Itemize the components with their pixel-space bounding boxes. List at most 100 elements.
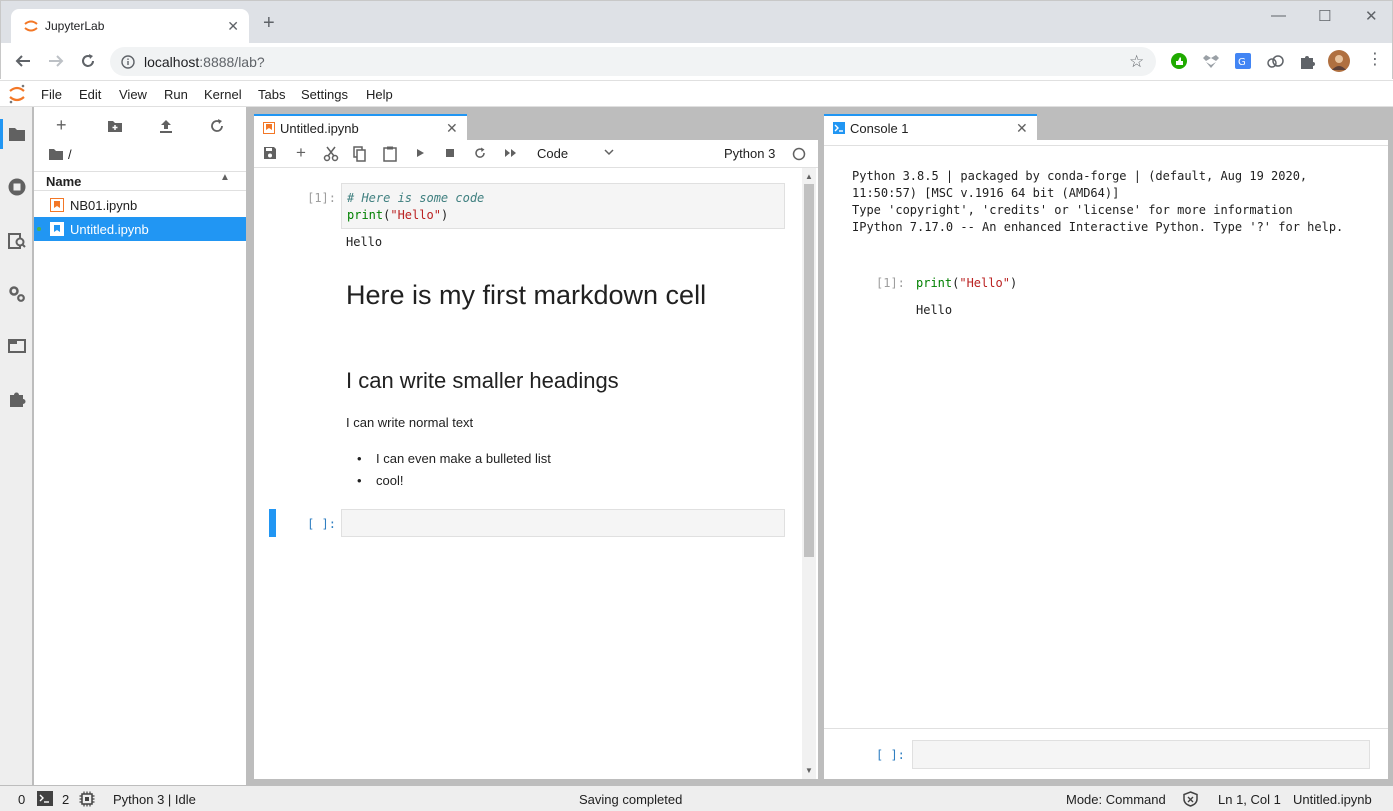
address-bar[interactable]: localhost:8888/lab? ☆	[110, 47, 1156, 76]
cell-prompt: [1]:	[307, 191, 336, 205]
new-launcher-icon[interactable]: +	[56, 116, 76, 137]
new-tab-icon[interactable]: +	[263, 13, 275, 33]
file-list-header[interactable]: Name ▲	[34, 171, 246, 191]
minimize-icon[interactable]: —	[1271, 7, 1286, 24]
back-icon[interactable]	[14, 52, 32, 70]
file-item-untitled[interactable]: Untitled.ipynb	[34, 217, 246, 241]
menu-edit[interactable]: Edit	[79, 87, 101, 102]
jupyter-favicon-icon	[23, 18, 39, 34]
scrollbar-thumb[interactable]	[804, 184, 814, 557]
kernel-status[interactable]: Python 3 | Idle	[113, 792, 196, 807]
close-window-icon[interactable]: ✕	[1365, 7, 1378, 25]
extension-green-icon[interactable]	[1170, 52, 1188, 70]
forward-icon[interactable]	[47, 52, 65, 70]
breadcrumb-folder-icon[interactable]	[48, 147, 64, 161]
markdown-h2: I can write smaller headings	[346, 368, 619, 393]
open-tabs-icon[interactable]	[7, 336, 27, 356]
breadcrumb-path[interactable]: /	[68, 147, 72, 162]
terminal-icon[interactable]	[37, 791, 53, 806]
menu-file[interactable]: File	[41, 87, 62, 102]
close-tab-icon[interactable]: ✕	[227, 18, 239, 35]
markdown-paragraph: I can write normal text	[346, 415, 474, 430]
browser-tabstrip: JupyterLab ✕ + — ☐ ✕	[0, 0, 1393, 44]
interrupt-icon[interactable]	[443, 146, 459, 162]
browser-tab[interactable]: JupyterLab ✕	[11, 9, 249, 44]
property-inspector-icon[interactable]	[7, 284, 27, 304]
bookmark-star-icon[interactable]: ☆	[1129, 53, 1144, 70]
chrome-menu-icon[interactable]: ⋮	[1367, 52, 1383, 68]
run-icon[interactable]	[413, 146, 429, 162]
restart-run-all-icon[interactable]	[503, 146, 519, 162]
browser-toolbar: localhost:8888/lab? ☆ G ⋮	[0, 43, 1393, 79]
file-item-nb01[interactable]: NB01.ipynb	[34, 193, 246, 217]
svg-text:G: G	[1238, 57, 1246, 68]
insert-cell-icon[interactable]: +	[293, 144, 309, 162]
console-tab-icon	[833, 122, 845, 134]
sort-ascending-icon[interactable]: ▲	[220, 172, 230, 183]
console-divider	[824, 145, 1388, 146]
scroll-up-icon[interactable]: ▲	[805, 172, 813, 181]
markdown-list-item: • I can even make a bulleted list	[357, 451, 551, 466]
notebook-toolbar: + Code Python 3	[254, 140, 818, 168]
trusted-shield-icon[interactable]	[1183, 791, 1198, 807]
cell-type-select[interactable]: Code	[537, 146, 568, 161]
info-icon[interactable]	[121, 55, 135, 69]
menu-tabs[interactable]: Tabs	[258, 87, 285, 102]
extensions-puzzle-icon[interactable]	[1298, 52, 1316, 70]
cut-icon[interactable]	[323, 146, 339, 162]
running-kernels-icon[interactable]	[7, 177, 27, 197]
active-cell-indicator	[269, 509, 276, 537]
translate-icon[interactable]: G	[1234, 52, 1252, 70]
left-sidebar-rail	[0, 107, 33, 785]
notebook-mode[interactable]: Mode: Command	[1066, 792, 1166, 807]
name-column-header[interactable]: Name	[46, 174, 81, 189]
folder-icon[interactable]	[7, 124, 27, 144]
code-line: print("Hello")	[347, 208, 449, 222]
notebook-panel: + Code Python 3 [1]: # Here is some code…	[254, 140, 818, 779]
scroll-down-icon[interactable]: ▼	[805, 766, 813, 775]
empty-code-cell-input[interactable]	[341, 509, 785, 537]
notebook-tab-title: Untitled.ipynb	[280, 121, 359, 136]
notebook-tab[interactable]: Untitled.ipynb ✕	[254, 114, 467, 141]
restart-kernel-icon[interactable]	[473, 146, 489, 162]
menu-settings[interactable]: Settings	[301, 87, 348, 102]
menu-run[interactable]: Run	[164, 87, 188, 102]
profile-avatar[interactable]	[1328, 50, 1350, 72]
extension-manager-icon[interactable]	[7, 389, 27, 409]
paste-icon[interactable]	[383, 146, 399, 162]
upload-icon[interactable]	[157, 117, 177, 137]
kernel-count[interactable]: 2	[62, 792, 69, 807]
menu-kernel[interactable]: Kernel	[204, 87, 242, 102]
kernel-name[interactable]: Python 3	[724, 146, 775, 161]
menu-view[interactable]: View	[119, 87, 147, 102]
refresh-icon[interactable]	[208, 117, 228, 137]
maximize-icon[interactable]: ☐	[1318, 7, 1331, 25]
menu-help[interactable]: Help	[366, 87, 393, 102]
copy-icon[interactable]	[353, 146, 369, 162]
terminal-count[interactable]: 0	[18, 792, 25, 807]
cell-prompt: [ ]:	[307, 517, 336, 531]
console-code-line: print("Hello")	[916, 276, 1018, 290]
chevron-down-icon[interactable]	[604, 148, 614, 156]
console-input-prompt: [ ]:	[876, 748, 905, 762]
console-tab[interactable]: Console 1 ✕	[824, 114, 1037, 141]
reload-icon[interactable]	[79, 52, 97, 70]
cursor-position[interactable]: Ln 1, Col 1	[1218, 792, 1281, 807]
kernel-chip-icon[interactable]	[79, 791, 95, 807]
running-indicator	[37, 227, 41, 231]
close-tab-icon[interactable]: ✕	[446, 120, 458, 137]
save-icon[interactable]	[263, 146, 279, 162]
console-input[interactable]	[912, 740, 1370, 769]
code-comment: # Here is some code	[347, 191, 485, 205]
new-folder-icon[interactable]	[106, 117, 126, 137]
dropbox-icon[interactable]	[1202, 52, 1220, 70]
extension-cloud-icon[interactable]	[1266, 52, 1284, 70]
markdown-list-item: • cool!	[357, 473, 404, 488]
jupyter-menubar: File Edit View Run Kernel Tabs Settings …	[0, 80, 1393, 107]
code-cell-input[interactable]: # Here is some code print("Hello")	[341, 183, 785, 229]
commands-palette-icon[interactable]	[7, 231, 27, 251]
close-tab-icon[interactable]: ✕	[1016, 120, 1028, 137]
file-name: Untitled.ipynb	[70, 222, 149, 237]
file-name: NB01.ipynb	[70, 198, 138, 213]
notebook-scrollbar[interactable]: ▲ ▼	[802, 168, 816, 779]
